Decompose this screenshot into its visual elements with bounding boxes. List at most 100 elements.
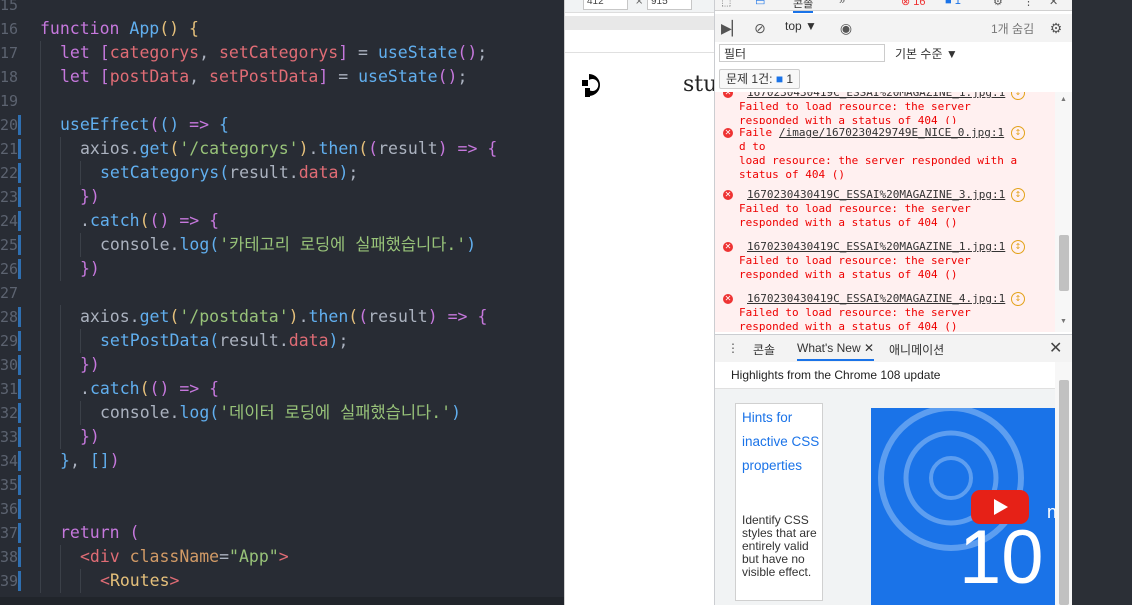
code-line[interactable]: 27 [0, 281, 564, 305]
drawer-menu-icon[interactable]: ⋮ [727, 341, 739, 355]
live-expression-eye-icon[interactable]: ◉ [837, 19, 855, 37]
code-token: () [437, 67, 458, 86]
code-token: = [219, 547, 230, 566]
line-number: 21 [0, 140, 18, 158]
indent-guide [60, 305, 61, 329]
network-request-icon[interactable]: ↕ [1011, 240, 1025, 254]
indent-guide [80, 161, 81, 185]
code-line[interactable]: 35 [0, 473, 564, 497]
settings-gear-icon[interactable]: ⚙ [993, 0, 1003, 8]
code-line[interactable]: 26}) [0, 257, 564, 281]
code-line[interactable]: 15 [0, 0, 564, 17]
inspect-element-icon[interactable]: ⬚ [721, 0, 731, 8]
message-source-link[interactable]: 1670230430419C_ESSAI%20MAGAZINE_1.jpg:1 [747, 240, 1005, 254]
scroll-up-icon[interactable]: ▲ [1060, 96, 1067, 103]
viewport-height-input[interactable]: 915 [647, 0, 692, 10]
code-text: axios.get('/categorys').then((result) =>… [80, 137, 497, 161]
console-error-message[interactable]: ✕ 1670230430419C_ESSAI%20MAGAZINE_1.jpg:1… [715, 238, 1055, 291]
error-count-badge[interactable]: ⊗ 16 [901, 0, 926, 8]
devtools-panel[interactable]: ⬚ ▭ 콘솔 » ⊗ 16 ■ 1 ⚙ ⋮ ✕ ▶▏ ⊘ top ▼ ◉ 1개 … [714, 0, 1073, 605]
code-line[interactable]: 37 return ( [0, 521, 564, 545]
network-request-icon[interactable]: ↕ [1011, 188, 1025, 202]
console-error-message[interactable]: ✕ 1670230430419C_ESSAI%20MAGAZINE_1.jpg:1… [715, 92, 1055, 127]
console-message-list[interactable]: ✕ 1670230430419C_ESSAI%20MAGAZINE_1.jpg:1… [715, 92, 1055, 332]
close-devtools-icon[interactable]: ✕ [1049, 0, 1058, 8]
code-token: , [199, 43, 219, 62]
scroll-down-icon[interactable]: ▼ [1060, 318, 1067, 325]
sidebar-toggle-icon[interactable]: ▶▏ [721, 19, 743, 37]
clear-console-icon[interactable]: ⊘ [751, 19, 769, 37]
code-line[interactable]: 32 console.log('데이터 로딩에 실패했습니다.') [0, 401, 564, 425]
console-error-message[interactable]: ✕/image/1670230429749E_NICE_0.jpg:1 ↕ Fail… [715, 124, 1055, 187]
code-editor[interactable]: 15 16 function App() {17 let [categorys, se… [0, 0, 564, 605]
code-line[interactable]: 20 useEffect(() => { [0, 113, 564, 137]
code-token: { [487, 139, 498, 158]
code-line[interactable]: 31 .catch(() => { [0, 377, 564, 401]
network-request-icon[interactable]: ↕ [1011, 292, 1025, 306]
browser-viewport[interactable]: 412 × 915 stu [564, 0, 715, 605]
error-icon: ✕ [723, 190, 733, 200]
drawer-tab-whats-new-label: What's New [797, 341, 861, 355]
drawer-tab-whats-new[interactable]: What's New ✕ [797, 341, 875, 361]
indent-guide [40, 425, 41, 449]
code-token: data [288, 331, 329, 350]
code-line[interactable]: 30}) [0, 353, 564, 377]
console-scroll-thumb[interactable] [1059, 235, 1069, 291]
network-request-icon[interactable]: ↕ [1011, 92, 1025, 100]
code-line[interactable]: 39 <Routes> [0, 569, 564, 593]
indent-guide [40, 113, 41, 137]
indent-guide [60, 185, 61, 209]
message-count-badge[interactable]: ■ 1 [945, 0, 961, 7]
code-token: '카테고리 로딩에 실패했습니다.' [219, 235, 467, 254]
code-token: console. [100, 403, 180, 422]
console-filter-input[interactable]: 필터 [719, 44, 885, 62]
code-line[interactable]: 36 [0, 497, 564, 521]
code-line[interactable]: 19 [0, 89, 564, 113]
indent-guide [60, 329, 61, 353]
code-token: '데이터 로딩에 실패했습니다.' [219, 403, 452, 422]
issues-button[interactable]: 문제 1건: ■ 1 [719, 69, 801, 89]
feature-card[interactable]: Hints for inactive CSS properties Identi… [735, 403, 823, 601]
drawer-tab-animations[interactable]: 애니메이션 [889, 341, 944, 358]
code-line[interactable]: 33}) [0, 425, 564, 449]
kebab-menu-icon[interactable]: ⋮ [1023, 0, 1034, 8]
code-line[interactable]: 25 console.log('카테고리 로딩에 실패했습니다.') [0, 233, 564, 257]
indent-guide [60, 257, 61, 281]
code-line[interactable]: 16 function App() { [0, 17, 564, 41]
whats-new-scrollbar[interactable] [1055, 362, 1073, 605]
console-error-message[interactable]: ✕ 1670230430419C_ESSAI%20MAGAZINE_4.jpg:1… [715, 290, 1055, 332]
code-line[interactable]: 21 axios.get('/categorys').then((result) … [0, 137, 564, 161]
code-line[interactable]: 23}) [0, 185, 564, 209]
viewport-width-input[interactable]: 412 [583, 0, 628, 10]
whats-new-video-thumbnail[interactable]: 10 n [871, 408, 1055, 605]
code-line[interactable]: 22 setCategorys(result.data); [0, 161, 564, 185]
drawer-tab-console[interactable]: 콘솔 [753, 341, 775, 358]
close-drawer-icon[interactable]: ✕ [1049, 338, 1062, 358]
code-line[interactable]: 18 let [postData, setPostData] = useState… [0, 65, 564, 89]
console-settings-gear-icon[interactable]: ⚙ [1047, 19, 1065, 37]
close-tab-icon[interactable]: ✕ [864, 341, 874, 355]
more-tabs-icon[interactable]: » [839, 0, 845, 7]
line-number: 39 [0, 572, 18, 590]
tab-console[interactable]: 콘솔 [793, 0, 814, 13]
whats-new-scroll-thumb[interactable] [1059, 380, 1069, 605]
device-toolbar-icon[interactable]: ▭ [755, 0, 765, 8]
console-scrollbar[interactable]: ▲ ▼ [1055, 92, 1073, 332]
code-token: => [447, 139, 488, 158]
log-level-select[interactable]: 기본 수준 ▼ [895, 45, 958, 62]
page-horizontal-scrollbar[interactable] [565, 16, 715, 30]
code-line[interactable]: 24 .catch(() => { [0, 209, 564, 233]
code-line[interactable]: 38 <div className="App"> [0, 545, 564, 569]
feature-card-title[interactable]: Hints for inactive CSS properties [742, 406, 820, 478]
console-error-message[interactable]: ✕ 1670230430419C_ESSAI%20MAGAZINE_3.jpg:1… [715, 186, 1055, 239]
message-source-link[interactable]: 1670230430419C_ESSAI%20MAGAZINE_3.jpg:1 [747, 188, 1005, 202]
message-source-link[interactable]: 1670230430419C_ESSAI%20MAGAZINE_4.jpg:1 [747, 292, 1005, 306]
code-line[interactable]: 34}, []) [0, 449, 564, 473]
code-line[interactable]: 28 axios.get('/postdata').then((result) =… [0, 305, 564, 329]
indent-guide [40, 569, 41, 593]
code-token: { [209, 211, 220, 230]
context-select[interactable]: top ▼ [785, 19, 817, 33]
code-line[interactable]: 29 setPostData(result.data); [0, 329, 564, 353]
message-source-link[interactable]: 1670230430419C_ESSAI%20MAGAZINE_1.jpg:1 [747, 92, 1005, 100]
code-line[interactable]: 17 let [categorys, setCategorys] = useSta… [0, 41, 564, 65]
